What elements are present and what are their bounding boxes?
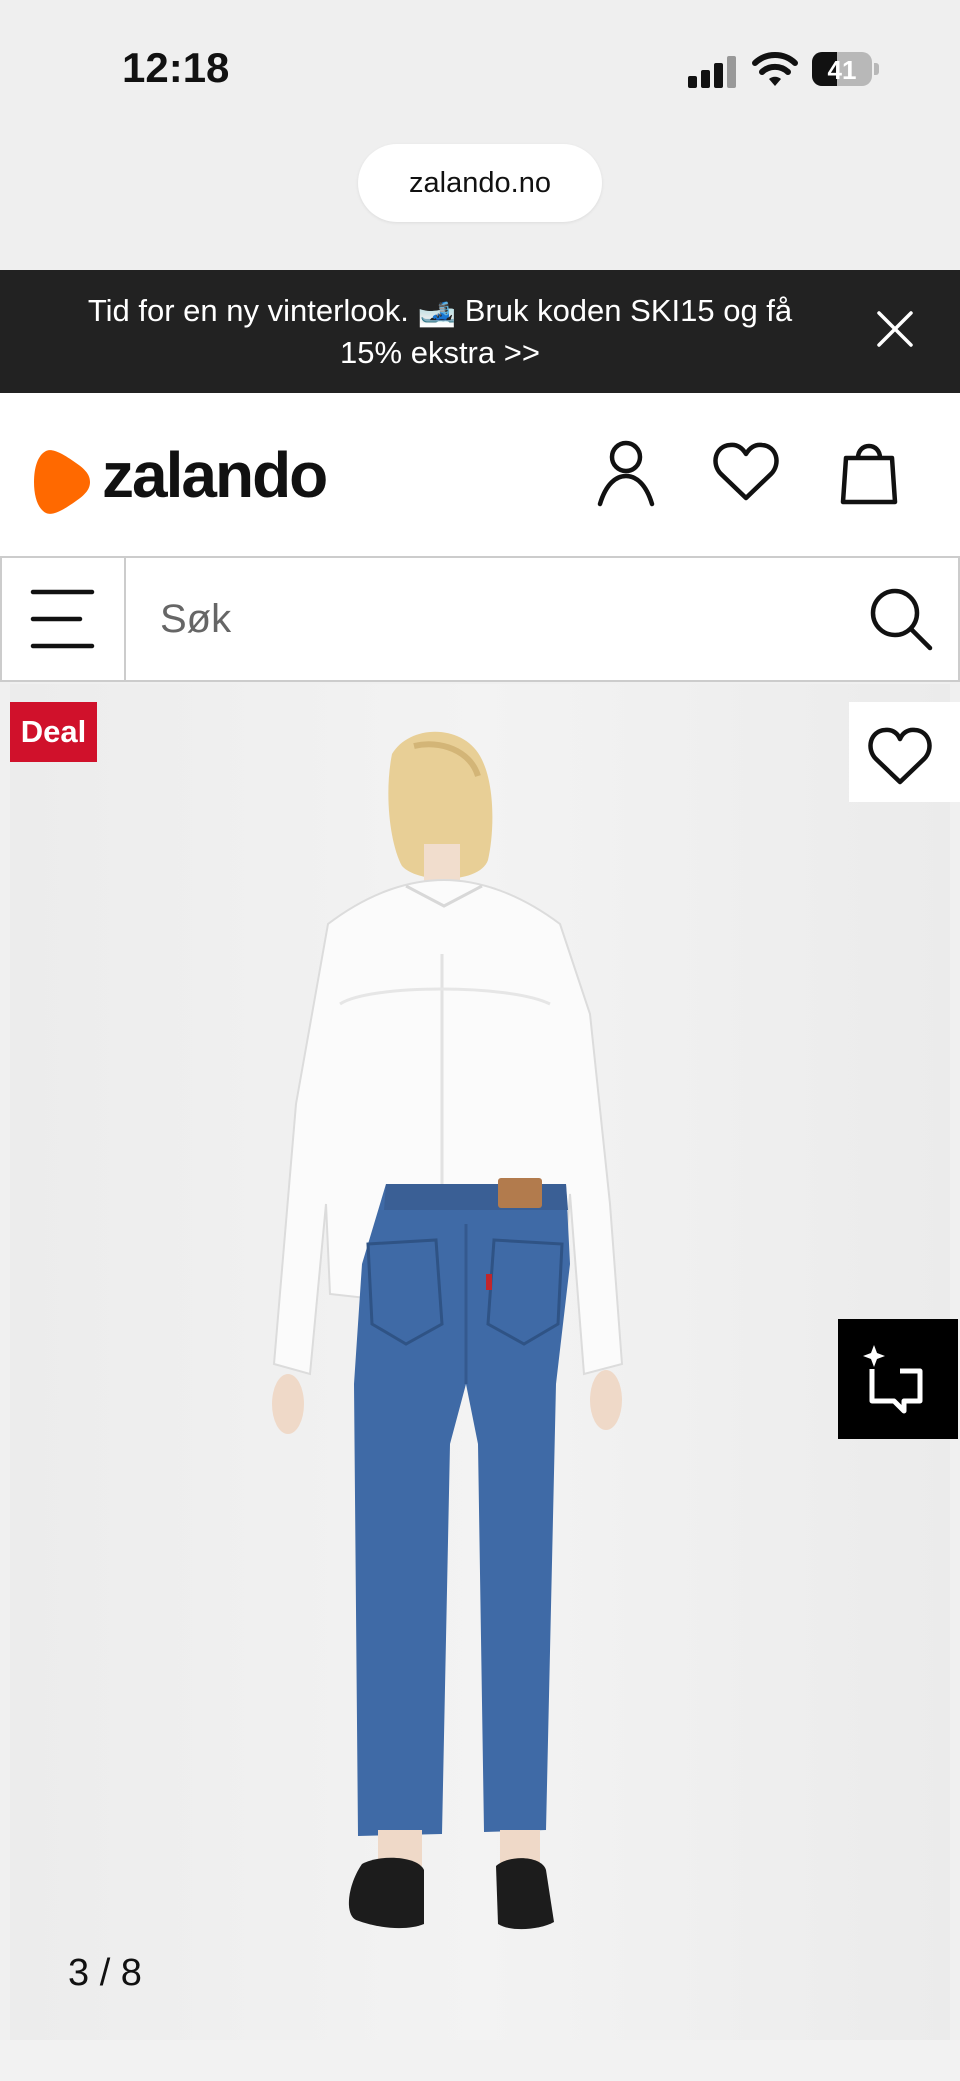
battery-level: 41 — [827, 55, 857, 85]
bag-icon[interactable] — [840, 438, 898, 506]
menu-button[interactable] — [0, 556, 126, 682]
search-input[interactable] — [126, 558, 866, 680]
battery-icon: 41 — [812, 52, 880, 86]
product-photo — [10, 684, 950, 2040]
find-similar-button[interactable] — [838, 1319, 958, 1439]
logo-text[interactable]: zalando — [102, 438, 328, 512]
page-bottom — [0, 2040, 960, 2081]
image-counter: 3 / 8 — [68, 1952, 142, 1994]
menu-icon — [30, 589, 95, 649]
heart-icon — [868, 727, 932, 785]
add-to-wishlist-button[interactable] — [849, 702, 960, 802]
find-similar-icon — [863, 1345, 923, 1414]
status-bar — [0, 0, 960, 270]
wifi-icon — [752, 52, 798, 86]
zalando-logo-icon[interactable] — [32, 447, 92, 517]
status-time: 12:18 — [122, 44, 230, 91]
promo-banner[interactable]: Tid for en ny vinterlook. 🎿 Bruk koden S… — [0, 270, 960, 393]
close-icon[interactable] — [876, 310, 914, 348]
promo-text[interactable]: Tid for en ny vinterlook. 🎿 Bruk koden S… — [60, 290, 820, 374]
account-icon[interactable] — [596, 440, 656, 508]
search-icon[interactable] — [868, 586, 934, 652]
signal-icon — [688, 56, 736, 88]
address-bar[interactable]: zalando.no — [358, 144, 602, 222]
product-image[interactable] — [10, 684, 950, 2040]
wishlist-icon[interactable] — [713, 442, 779, 502]
deal-badge: Deal — [10, 702, 97, 762]
